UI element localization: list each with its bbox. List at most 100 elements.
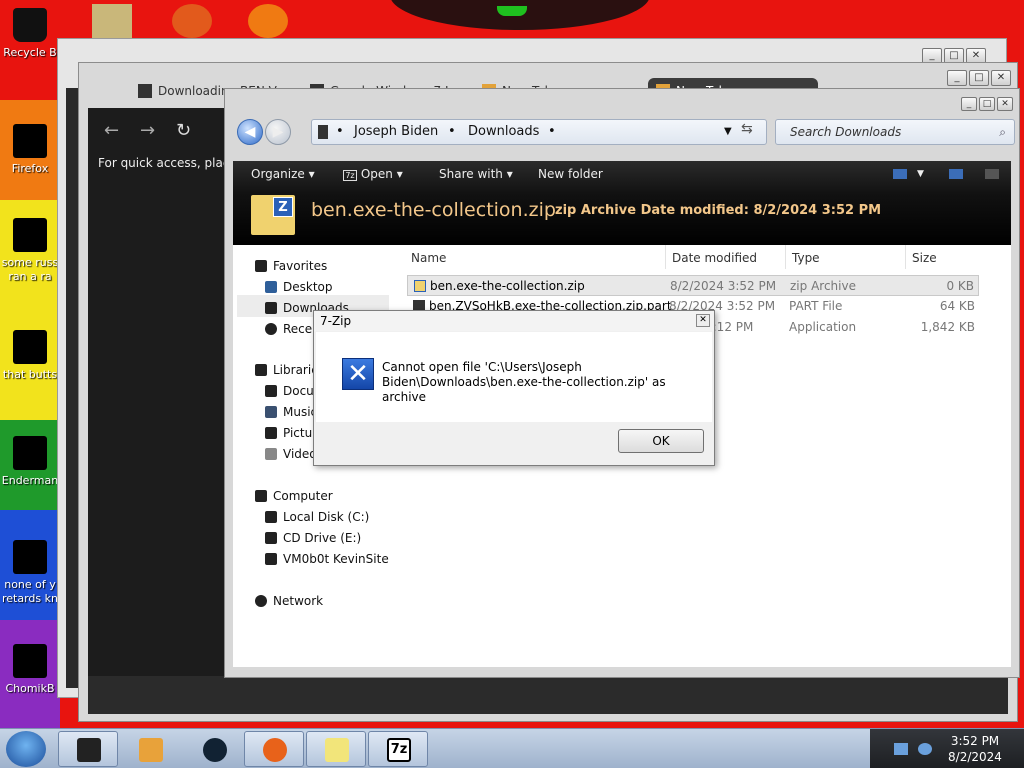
preview-pane-icon[interactable] xyxy=(949,169,963,179)
desktop-icon-chomik[interactable]: ChomikB xyxy=(0,644,60,696)
nav-vm-drive[interactable]: VM0b0t KevinSite xyxy=(265,552,389,566)
column-header-size[interactable]: Size xyxy=(912,251,937,265)
media-player-icon xyxy=(139,738,163,762)
desktop-icon-file-that-butts[interactable]: that butts xyxy=(0,330,60,382)
seven-zip-error-dialog[interactable]: 7-Zip ✕ ✕ Cannot open file 'C:\Users\Jos… xyxy=(313,310,715,466)
column-divider[interactable] xyxy=(665,245,666,269)
desktop-icon-label: that butts xyxy=(2,368,58,381)
nav-pictures[interactable]: Pictur xyxy=(265,426,317,440)
taskbar-button-browser-globe[interactable] xyxy=(184,731,244,767)
new-folder-button[interactable]: New folder xyxy=(538,167,603,181)
breadcrumb-joseph-biden[interactable]: Joseph Biden xyxy=(354,120,438,144)
file-name: ben.exe-the-collection.zip xyxy=(430,279,585,293)
firefox-icon xyxy=(263,738,287,762)
tray-display-icon[interactable] xyxy=(894,743,908,755)
selected-file-details: zip Archive Date modified: 8/2/2024 3:52… xyxy=(555,203,881,218)
clock-time: 3:52 PM xyxy=(950,734,1000,748)
start-button[interactable] xyxy=(6,731,46,767)
reload-icon[interactable]: ↻ xyxy=(176,120,191,141)
column-header-date[interactable]: Date modified xyxy=(672,251,757,265)
maximize-icon[interactable]: □ xyxy=(979,97,995,111)
nav-desktop[interactable]: Desktop xyxy=(265,280,333,294)
taskbar-button-seven-zip[interactable]: 7z xyxy=(368,731,428,767)
refresh-icon[interactable]: ⇆ xyxy=(741,121,753,137)
close-icon[interactable]: ✕ xyxy=(696,314,710,327)
favorites-icon xyxy=(255,260,267,272)
nav-recent[interactable]: Recen xyxy=(265,322,320,336)
help-icon[interactable] xyxy=(985,169,999,179)
desktop-icon-recycle-bin[interactable]: Recycle B xyxy=(0,8,60,60)
browser-content-dark xyxy=(88,108,228,714)
desktop-top-icon-1[interactable] xyxy=(92,4,132,38)
column-header-type[interactable]: Type xyxy=(792,251,820,265)
downloads-icon xyxy=(265,302,277,314)
nav-music[interactable]: Music xyxy=(265,405,317,419)
ok-button[interactable]: OK xyxy=(618,429,704,453)
search-input[interactable]: Search Downloads ⌕ xyxy=(775,119,1015,145)
folder-path-icon xyxy=(318,125,328,139)
file-type: Application xyxy=(789,320,857,334)
browser-bottom-dark xyxy=(88,676,1008,714)
nav-videos[interactable]: Video xyxy=(265,447,317,461)
minimize-icon[interactable]: _ xyxy=(961,97,977,111)
selected-file-modified: 8/2/2024 3:52 PM xyxy=(753,203,882,218)
background-window-dark-strip xyxy=(66,88,78,688)
forward-arrow-icon[interactable]: → xyxy=(140,120,155,141)
address-bar[interactable]: • Joseph Biden • Downloads • ▼ xyxy=(311,119,767,145)
desktop-top-icon-2[interactable] xyxy=(172,4,212,38)
desktop-icon-file-some-russ[interactable]: some russ ran a ra xyxy=(0,218,60,284)
nav-favorites[interactable]: Favorites xyxy=(255,259,327,273)
back-arrow-icon[interactable]: ← xyxy=(104,120,119,141)
column-divider[interactable] xyxy=(785,245,786,269)
column-header-name[interactable]: Name xyxy=(411,251,446,265)
desktop-icon-file-none-of-y[interactable]: none of y retards kn xyxy=(0,540,60,606)
breadcrumb-downloads[interactable]: Downloads xyxy=(468,120,539,144)
taskbar-button-explorer[interactable] xyxy=(58,731,118,767)
share-with-button[interactable]: Share with ▾ xyxy=(439,167,513,181)
network-drive-icon xyxy=(265,553,277,565)
taskbar-button-firefox[interactable] xyxy=(244,731,304,767)
file-date: 8/2/2024 3:52 PM xyxy=(670,279,777,293)
view-dropdown-icon[interactable]: ▼ xyxy=(917,169,924,179)
open-button[interactable]: 7z Open ▾ xyxy=(343,167,403,181)
nav-libraries[interactable]: Librarie xyxy=(255,363,319,377)
music-icon xyxy=(265,406,277,418)
file-icon xyxy=(13,330,47,364)
desktop-top-icon-3[interactable] xyxy=(248,4,288,38)
search-icon: ⌕ xyxy=(999,125,1006,139)
taskbar-button-media[interactable] xyxy=(120,731,180,767)
taskbar-clock[interactable]: 3:52 PM 8/2/2024 xyxy=(936,733,1014,765)
desktop-icon xyxy=(265,281,277,293)
network-icon xyxy=(255,595,267,607)
nav-cd-drive[interactable]: CD Drive (E:) xyxy=(265,531,361,545)
recent-places-icon xyxy=(265,323,277,335)
firefox-icon xyxy=(13,124,47,158)
pictures-icon xyxy=(265,427,277,439)
forward-button[interactable]: ▶ xyxy=(265,119,291,145)
desktop-icon-label: Firefox xyxy=(11,162,49,175)
desktop-icon-firefox[interactable]: Firefox xyxy=(0,124,60,176)
desktop-icon-label: Recycle B xyxy=(3,46,57,59)
explorer-icon xyxy=(77,738,101,762)
desktop-icon-enderman[interactable]: Enderman xyxy=(0,436,60,488)
zip-file-icon xyxy=(414,280,426,292)
column-divider[interactable] xyxy=(905,245,906,269)
desktop-icon-label: Enderman xyxy=(1,474,59,487)
explorer-address-row: ◀ ▶ • Joseph Biden • Downloads • ▼ ⇆ Sea… xyxy=(235,117,1015,149)
dialog-message-line: Biden\Downloads\ben.exe-the-collection.z… xyxy=(382,375,666,404)
nav-network[interactable]: Network xyxy=(255,594,323,608)
enderman-icon xyxy=(13,436,47,470)
view-options-icon[interactable] xyxy=(893,169,907,179)
organize-button[interactable]: Organize ▾ xyxy=(251,167,315,181)
dialog-title: 7-Zip xyxy=(314,311,714,331)
close-icon[interactable]: ✕ xyxy=(997,97,1013,111)
file-row[interactable]: ben.exe-the-collection.zip 8/2/2024 3:52… xyxy=(407,275,979,296)
nav-documents[interactable]: Docu xyxy=(265,384,314,398)
back-button[interactable]: ◀ xyxy=(237,119,263,145)
tray-network-icon[interactable] xyxy=(918,743,932,755)
taskbar-button-notes[interactable] xyxy=(306,731,366,767)
file-type: zip Archive xyxy=(790,279,856,293)
nav-computer[interactable]: Computer xyxy=(255,489,333,503)
address-dropdown-icon[interactable]: ▼ xyxy=(724,120,732,144)
nav-local-disk[interactable]: Local Disk (C:) xyxy=(265,510,369,524)
